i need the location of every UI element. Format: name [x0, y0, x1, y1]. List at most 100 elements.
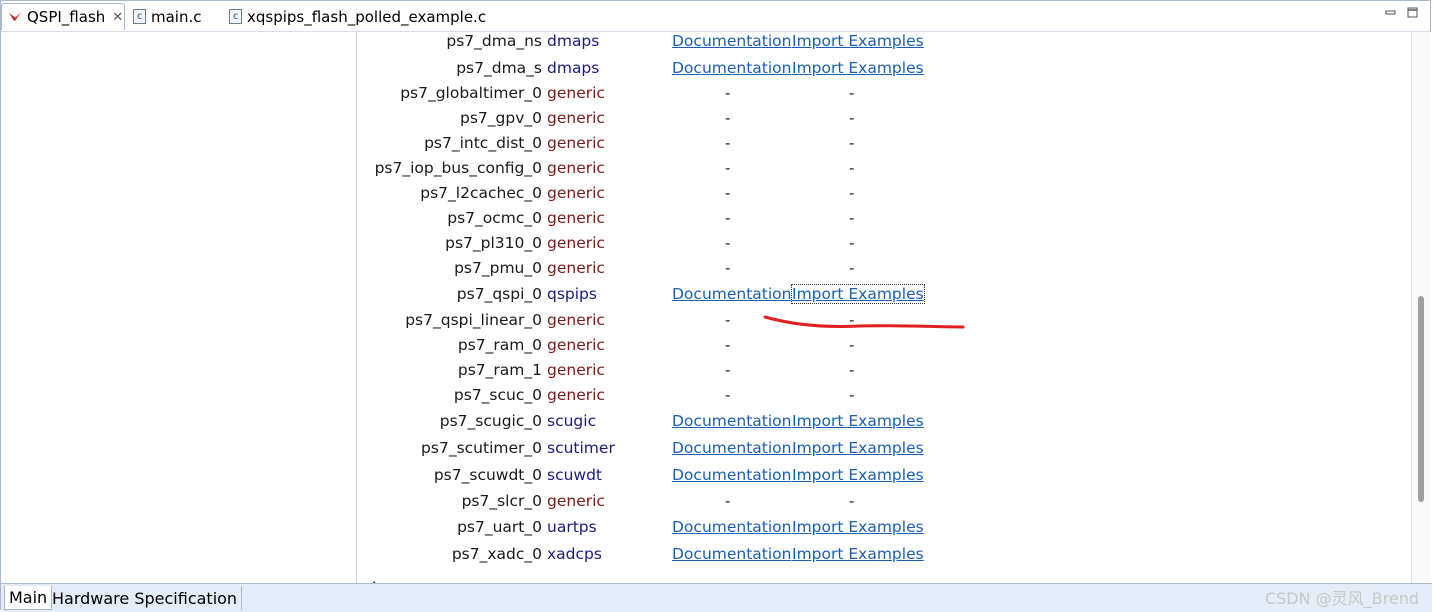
- peripheral-row: ps7_scuc_0 generic - -: [357, 386, 1357, 411]
- peripheral-row: ps7_scuwdt_0 scuwdt Documentation Import Ex…: [357, 466, 1357, 491]
- documentation-link[interactable]: Documentation: [672, 59, 792, 77]
- peripheral-row: ps7_xadc_0 xadcps Documentation Import Exam…: [357, 545, 1357, 570]
- peripheral-name: ps7_intc_dist_0: [424, 134, 542, 152]
- peripheral-name: ps7_scuwdt_0: [433, 466, 542, 484]
- peripheral-name: ps7_ram_1: [457, 361, 542, 379]
- peripheral-row: ps7_l2cachec_0 generic - -: [357, 184, 1357, 209]
- bottom-tab-bar: Main Hardware Specification: [1, 583, 1432, 612]
- tab-hardware-specification[interactable]: Hardware Specification: [48, 586, 243, 610]
- documentation-link[interactable]: Documentation: [672, 412, 792, 430]
- peripheral-name: ps7_dma_ns: [446, 32, 542, 50]
- examples-placeholder: -: [849, 134, 855, 152]
- examples-placeholder: -: [849, 159, 855, 177]
- driver-name: generic: [547, 84, 605, 102]
- c-file-icon: c: [133, 9, 146, 24]
- peripheral-row: ps7_qspi_linear_0 generic - -: [357, 311, 1357, 336]
- overview-content: ps7_dma_ns dmaps Documentation Import Examp…: [1, 32, 1411, 583]
- examples-placeholder: -: [849, 492, 855, 510]
- driver-name: generic: [547, 361, 605, 379]
- examples-placeholder: -: [849, 336, 855, 354]
- documentation-placeholder: -: [725, 386, 731, 404]
- documentation-placeholder: -: [725, 109, 731, 127]
- close-icon[interactable]: ✕: [112, 10, 123, 25]
- peripheral-name: ps7_scuc_0: [453, 386, 542, 404]
- driver-name: qspips: [547, 285, 597, 303]
- peripheral-row: ps7_ocmc_0 generic - -: [357, 209, 1357, 234]
- documentation-link[interactable]: Documentation: [672, 439, 792, 457]
- driver-name: generic: [547, 336, 605, 354]
- driver-name: generic: [547, 184, 605, 202]
- import-examples-link[interactable]: Import Examples: [792, 412, 924, 430]
- peripheral-row: ps7_scugic_0 scugic Documentation Import Ex…: [357, 412, 1357, 437]
- peripheral-name: ps7_qspi_0: [456, 285, 542, 303]
- examples-placeholder: -: [849, 109, 855, 127]
- driver-name: generic: [547, 492, 605, 510]
- driver-name: generic: [547, 159, 605, 177]
- examples-placeholder: -: [849, 184, 855, 202]
- tab-label: xqspips_flash_polled_example.c: [247, 7, 487, 26]
- documentation-link[interactable]: Documentation: [672, 466, 792, 484]
- documentation-link[interactable]: Documentation: [672, 518, 792, 536]
- peripheral-row: ps7_intc_dist_0 generic - -: [357, 134, 1357, 159]
- vertical-scrollbar[interactable]: [1411, 32, 1431, 583]
- examples-placeholder: -: [849, 234, 855, 252]
- documentation-placeholder: -: [725, 336, 731, 354]
- documentation-placeholder: -: [725, 492, 731, 510]
- tab-xqspips-example[interactable]: c xqspips_flash_polled_example.c: [223, 3, 493, 30]
- peripheral-name: ps7_pmu_0: [454, 259, 542, 277]
- scrollbar-thumb[interactable]: [1418, 296, 1424, 502]
- documentation-link[interactable]: Documentation: [672, 545, 792, 563]
- documentation-placeholder: -: [725, 234, 731, 252]
- import-examples-link[interactable]: Import Examples: [792, 32, 924, 50]
- maximize-icon[interactable]: [1407, 7, 1418, 18]
- tab-main-c[interactable]: c main.c: [127, 3, 223, 30]
- peripheral-row: ps7_uart_0 uartps Documentation Import Exam…: [357, 518, 1357, 543]
- peripheral-name: ps7_globaltimer_0: [400, 84, 542, 102]
- peripheral-row: ps7_ram_1 generic - -: [357, 361, 1357, 386]
- import-examples-link[interactable]: Import Examples: [792, 439, 924, 457]
- peripheral-name: ps7_slcr_0: [461, 492, 542, 510]
- examples-placeholder: -: [849, 311, 855, 329]
- peripheral-name: ps7_dma_s: [456, 59, 542, 77]
- peripheral-row: ps7_pmu_0 generic - -: [357, 259, 1357, 284]
- minimize-icon[interactable]: [1385, 7, 1396, 18]
- peripheral-name: ps7_qspi_linear_0: [405, 311, 542, 329]
- peripheral-name: ps7_pl310_0: [445, 234, 542, 252]
- peripheral-name: ps7_uart_0: [457, 518, 542, 536]
- peripheral-name: ps7_iop_bus_config_0: [374, 159, 542, 177]
- peripheral-row: ps7_ram_0 generic - -: [357, 336, 1357, 361]
- import-examples-link[interactable]: Import Examples: [792, 59, 924, 77]
- peripheral-row: ps7_gpv_0 generic - -: [357, 109, 1357, 134]
- peripheral-name: ps7_l2cachec_0: [420, 184, 542, 202]
- peripheral-name: ps7_scutimer_0: [421, 439, 542, 457]
- peripheral-name: ps7_scugic_0: [439, 412, 542, 430]
- peripheral-row: ps7_scutimer_0 scutimer Documentation Impor…: [357, 439, 1357, 464]
- peripheral-row: ps7_globaltimer_0 generic - -: [357, 84, 1357, 109]
- driver-name: generic: [547, 209, 605, 227]
- documentation-link[interactable]: Documentation: [672, 285, 792, 303]
- peripheral-name: ps7_ocmc_0: [447, 209, 542, 227]
- xilinx-logo-icon: [9, 12, 21, 21]
- import-examples-link[interactable]: Import Examples: [792, 466, 924, 484]
- tab-label: QSPI_flash: [27, 8, 106, 26]
- driver-name: scugic: [547, 412, 597, 430]
- peripheral-name: ps7_xadc_0: [451, 545, 542, 563]
- peripheral-row: ps7_dma_s dmaps Documentation Import Exampl…: [357, 59, 1357, 84]
- documentation-link[interactable]: Documentation: [672, 32, 792, 50]
- driver-name: scuwdt: [547, 466, 603, 484]
- tab-qspi-flash[interactable]: QSPI_flash ✕: [1, 3, 125, 30]
- import-examples-link[interactable]: Import Examples: [792, 545, 924, 563]
- peripheral-row: ps7_qspi_0 qspips Documentation Import Exam…: [357, 284, 1357, 310]
- documentation-placeholder: -: [725, 311, 731, 329]
- editor-window: QSPI_flash ✕ c main.c c xqspips_flash_po…: [0, 0, 1432, 612]
- driver-name: generic: [547, 109, 605, 127]
- peripheral-row: ps7_dma_ns dmaps Documentation Import Examp…: [357, 32, 1357, 57]
- import-examples-link[interactable]: Import Examples: [792, 518, 924, 536]
- driver-name: generic: [547, 234, 605, 252]
- driver-name: uartps: [547, 518, 597, 536]
- import-examples-link[interactable]: Import Examples: [791, 284, 925, 304]
- c-file-icon: c: [229, 9, 242, 24]
- tab-label: main.c: [151, 7, 202, 26]
- documentation-placeholder: -: [725, 259, 731, 277]
- tab-main[interactable]: Main: [4, 586, 53, 610]
